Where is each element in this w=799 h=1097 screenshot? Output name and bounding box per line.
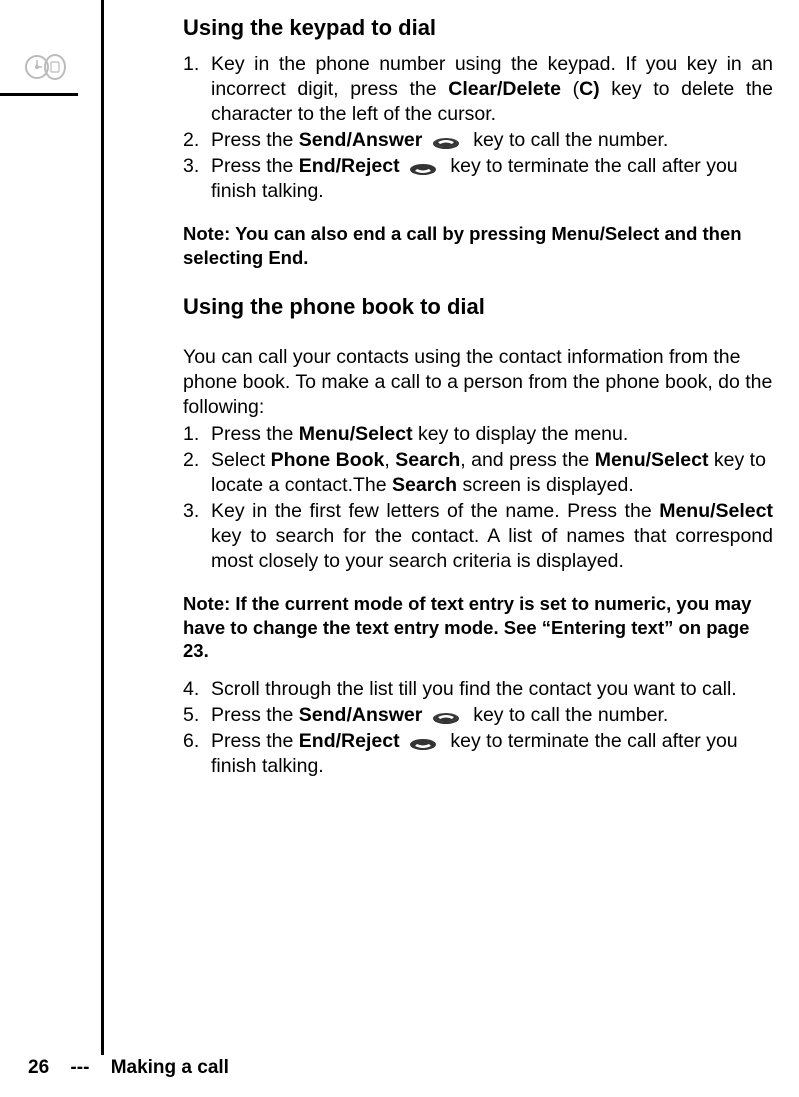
list-item: 5. Press the Send/Answer key to call the…	[211, 703, 773, 728]
vertical-rule	[101, 0, 104, 1055]
steps-keypad: 1. Key in the phone number using the key…	[183, 52, 773, 204]
list-item: 1. Press the Menu/Select key to display …	[211, 422, 773, 447]
heading-phonebook-dial: Using the phone book to dial	[183, 293, 773, 321]
section-title: Making a call	[111, 1057, 229, 1078]
list-item: 3. Key in the first few letters of the n…	[211, 499, 773, 574]
note-end-call: Note: You can also end a call by pressin…	[183, 222, 773, 269]
steps-phonebook-cont: 4. Scroll through the list till you find…	[183, 677, 773, 779]
end-key-icon	[409, 159, 437, 174]
send-key-icon	[432, 708, 460, 723]
list-item: 6. Press the End/Reject key to terminate…	[211, 729, 773, 779]
footer-separator: ---	[70, 1057, 89, 1078]
end-key-icon	[409, 734, 437, 749]
page-footer: 26 --- Making a call	[28, 1057, 229, 1079]
list-item: 2. Press the Send/Answer key to call the…	[211, 128, 773, 153]
page-content: Using the keypad to dial 1. Key in the p…	[183, 14, 773, 780]
page-number: 26	[28, 1057, 49, 1078]
list-item: 3. Press the End/Reject key to terminate…	[211, 154, 773, 204]
send-key-icon	[432, 133, 460, 148]
list-item: 2. Select Phone Book, Search, and press …	[211, 448, 773, 498]
heading-keypad-dial: Using the keypad to dial	[183, 14, 773, 42]
list-item: 4. Scroll through the list till you find…	[211, 677, 773, 702]
intro-paragraph: You can call your contacts using the con…	[183, 345, 773, 420]
list-item: 1. Key in the phone number using the key…	[211, 52, 773, 127]
sidebar-tab-rule	[0, 93, 78, 96]
note-text-entry: Note: If the current mode of text entry …	[183, 592, 773, 663]
sidebar-header-icon	[25, 52, 67, 82]
steps-phonebook: 1. Press the Menu/Select key to display …	[183, 422, 773, 574]
